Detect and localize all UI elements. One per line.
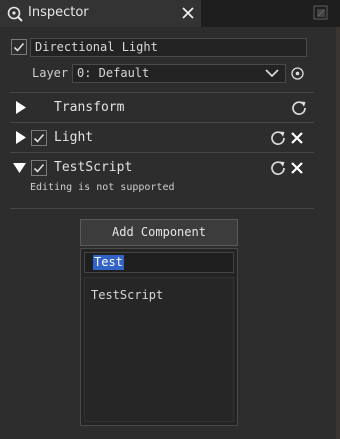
remove-icon[interactable] — [289, 160, 305, 176]
close-icon[interactable] — [179, 4, 197, 22]
panel-edge — [336, 27, 340, 439]
layer-select[interactable]: 0: Default — [72, 64, 286, 83]
remove-icon[interactable] — [289, 130, 305, 146]
list-item[interactable]: TestScript — [91, 288, 163, 302]
component-title-testscript[interactable]: TestScript — [54, 160, 132, 175]
divider — [10, 122, 314, 123]
target-icon[interactable] — [290, 66, 305, 81]
component-title-light[interactable]: Light — [54, 130, 93, 145]
divider — [10, 208, 314, 209]
divider — [10, 152, 314, 153]
title-bar: Inspector — [0, 0, 340, 27]
layer-value: 0: Default — [77, 66, 150, 80]
expand-arrow-icon[interactable] — [15, 101, 27, 114]
component-note: Editing is not supported — [30, 182, 175, 193]
tab-inspector[interactable]: Inspector — [0, 0, 201, 27]
collapse-arrow-icon[interactable] — [13, 162, 26, 174]
search-value: Test — [93, 255, 124, 270]
checkmark-icon — [13, 42, 25, 52]
testscript-enabled-checkbox[interactable] — [31, 160, 47, 176]
tab-title: Inspector — [28, 5, 89, 20]
reset-icon[interactable] — [270, 160, 286, 176]
object-name-field[interactable]: Directional Light — [30, 38, 307, 57]
restore-icon[interactable] — [313, 5, 329, 21]
component-title-transform[interactable]: Transform — [54, 100, 124, 115]
reset-icon[interactable] — [291, 100, 307, 116]
add-component-button[interactable]: Add Component — [80, 219, 238, 246]
checkmark-icon — [33, 133, 45, 143]
light-enabled-checkbox[interactable] — [31, 130, 47, 146]
active-checkbox[interactable] — [11, 39, 27, 55]
search-icon — [6, 5, 24, 23]
expand-arrow-icon[interactable] — [15, 131, 27, 144]
component-search-input[interactable]: Test — [84, 252, 234, 273]
divider — [10, 92, 314, 93]
layer-label: Layer — [32, 66, 69, 80]
checkmark-icon — [33, 163, 45, 173]
chevron-down-icon — [265, 69, 279, 78]
reset-icon[interactable] — [270, 130, 286, 146]
search-results-list: TestScript — [84, 277, 234, 422]
